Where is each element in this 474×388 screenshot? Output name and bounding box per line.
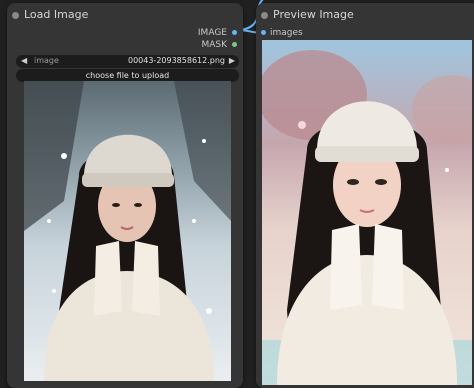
input-images-port-icon[interactable] (261, 30, 266, 35)
preview-image-title: Preview Image (273, 8, 354, 21)
loaded-image-preview (24, 81, 231, 381)
load-image-node[interactable]: Load Image IMAGE MASK ◀ image 00043-2093… (7, 3, 243, 388)
preview-image-title-bar[interactable]: Preview Image (256, 3, 474, 27)
output-image-label: IMAGE (197, 28, 227, 38)
output-mask-port-icon[interactable] (232, 42, 237, 47)
output-mask[interactable]: MASK (201, 40, 237, 50)
image-widget-name: image (34, 56, 59, 65)
input-images[interactable]: images (261, 28, 303, 38)
output-mask-label: MASK (201, 40, 227, 50)
generated-image-preview (262, 40, 472, 385)
load-image-title: Load Image (24, 8, 89, 21)
image-widget-value: 00043-2093858612.png (127, 56, 225, 65)
output-image[interactable]: IMAGE (198, 28, 237, 38)
collapse-dot-icon[interactable] (261, 12, 268, 19)
input-images-label: images (270, 28, 303, 38)
image-select-widget[interactable]: ◀ image 00043-2093858612.png ▶ (16, 55, 239, 68)
collapse-dot-icon[interactable] (12, 12, 19, 19)
output-image-port-icon[interactable] (232, 30, 237, 35)
arrow-left-icon[interactable]: ◀ (21, 56, 27, 65)
load-image-title-bar[interactable]: Load Image (7, 3, 243, 27)
preview-image-node[interactable]: Preview Image images (256, 3, 474, 388)
arrow-right-icon[interactable]: ▶ (229, 56, 235, 65)
